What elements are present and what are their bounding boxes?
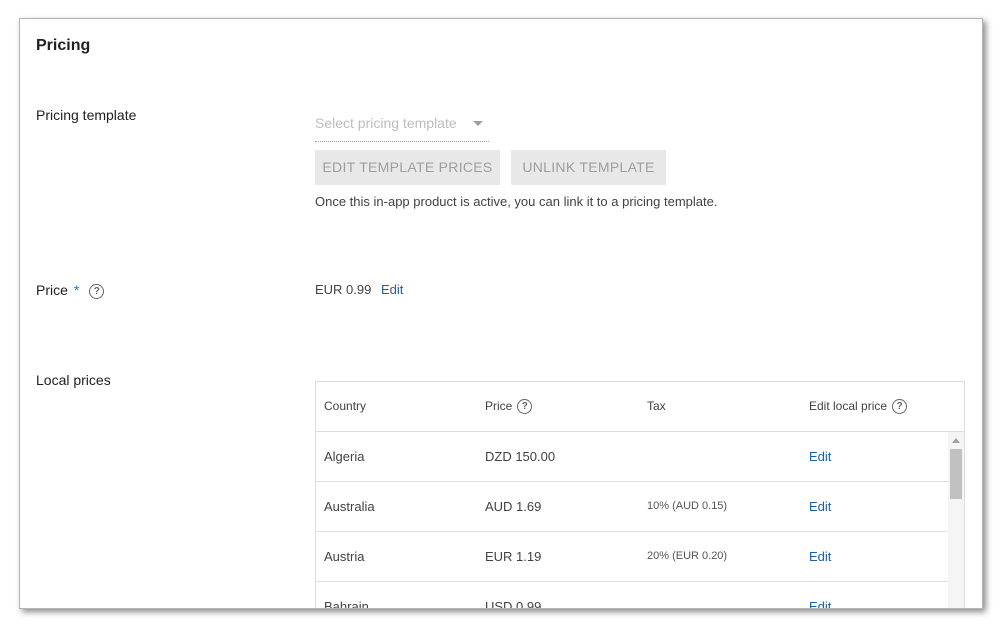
column-header-tax: Tax (647, 399, 666, 413)
column-header-edit-group: Edit local price? (809, 382, 908, 431)
scrollbar-thumb[interactable] (950, 449, 962, 499)
price-label-group: Price *? (36, 282, 105, 299)
price-edit-link[interactable]: Edit (381, 282, 403, 297)
local-prices-label: Local prices (36, 372, 111, 388)
edit-local-price-link[interactable]: Edit (809, 432, 831, 481)
table-scrollbar[interactable] (948, 432, 964, 608)
edit-local-price-link[interactable]: Edit (809, 532, 831, 581)
question-circle-icon[interactable]: ? (89, 283, 105, 299)
price-label: Price (36, 282, 68, 298)
required-asterisk: * (73, 282, 80, 298)
pricing-template-hint: Once this in-app product is active, you … (315, 194, 718, 209)
pricing-template-placeholder: Select pricing template (315, 115, 457, 131)
price-value-group: EUR 0.99 Edit (315, 282, 403, 297)
table-row: Austria EUR 1.19 20% (EUR 0.20) Edit (316, 532, 948, 582)
chevron-down-icon (473, 121, 483, 126)
pricing-template-select[interactable]: Select pricing template (315, 115, 489, 142)
table-row: Bahrain USD 0.99 Edit (316, 582, 948, 609)
local-prices-table: Country Price? Tax Edit local price? Alg… (315, 381, 965, 609)
edit-template-prices-button[interactable]: EDIT TEMPLATE PRICES (315, 150, 500, 185)
price-cell: AUD 1.69 (485, 499, 542, 514)
question-circle-icon[interactable]: ? (892, 399, 908, 415)
column-header-edit: Edit local price (809, 399, 888, 413)
edit-local-price-link[interactable]: Edit (809, 582, 831, 608)
column-header-country: Country (324, 399, 367, 413)
table-row: Australia AUD 1.69 10% (AUD 0.15) Edit (316, 482, 948, 532)
tax-cell: 10% (AUD 0.15) (647, 500, 728, 512)
country-cell: Bahrain (324, 599, 369, 609)
edit-local-price-link[interactable]: Edit (809, 482, 831, 531)
country-cell: Austria (324, 549, 365, 564)
price-cell: USD 0.99 (485, 599, 542, 609)
price-value: EUR 0.99 (315, 282, 372, 297)
pricing-template-label: Pricing template (36, 107, 137, 123)
column-header-price-group: Price? (485, 382, 533, 431)
country-cell: Algeria (324, 449, 365, 464)
unlink-template-button[interactable]: UNLINK TEMPLATE (511, 150, 666, 185)
section-title: Pricing (36, 37, 91, 54)
scroll-up-arrow-icon[interactable] (952, 438, 960, 443)
price-cell: EUR 1.19 (485, 549, 542, 564)
pricing-card: Pricing Pricing template Select pricing … (19, 18, 983, 609)
table-header: Country Price? Tax Edit local price? (316, 382, 964, 432)
column-header-price: Price (485, 399, 513, 413)
country-cell: Australia (324, 499, 375, 514)
question-circle-icon[interactable]: ? (517, 399, 533, 415)
table-row: Algeria DZD 150.00 Edit (316, 432, 948, 482)
tax-cell: 20% (EUR 0.20) (647, 550, 728, 562)
price-cell: DZD 150.00 (485, 449, 556, 464)
